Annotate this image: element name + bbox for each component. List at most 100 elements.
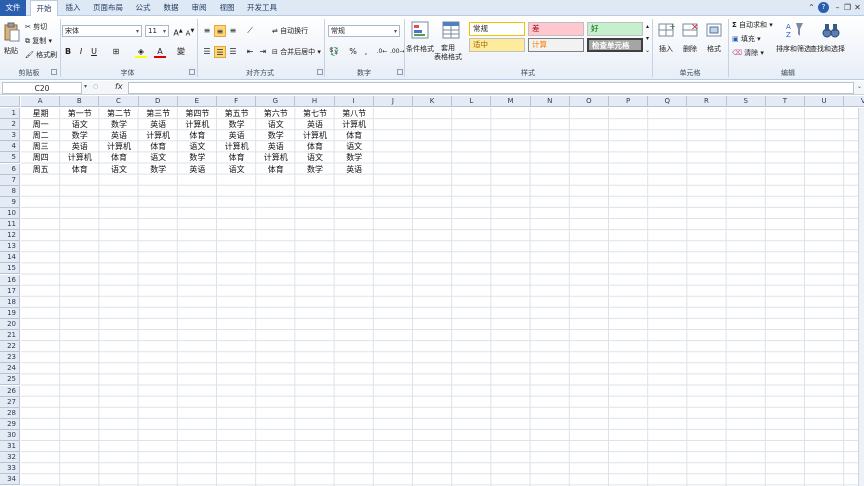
- format-as-table-button[interactable]: 套用 表格格式: [434, 19, 466, 63]
- column-header-K[interactable]: K: [413, 96, 453, 107]
- cell-G3[interactable]: 数学: [256, 130, 295, 141]
- column-header-B[interactable]: B: [60, 96, 100, 107]
- cell-I6[interactable]: 英语: [335, 164, 374, 175]
- font-name-select[interactable]: 宋体 ▾: [62, 25, 142, 37]
- row-header-1[interactable]: 1: [0, 108, 20, 120]
- border-button[interactable]: ⊞: [110, 46, 122, 58]
- column-header-E[interactable]: E: [177, 96, 217, 107]
- row-header-23[interactable]: 23: [0, 352, 20, 364]
- cell-F1[interactable]: 第五节: [217, 108, 256, 119]
- column-header-J[interactable]: J: [373, 96, 413, 107]
- cell-E4[interactable]: 语文: [178, 141, 217, 152]
- cell-H6[interactable]: 数学: [295, 164, 334, 175]
- find-select-button[interactable]: 查找和选择: [810, 19, 848, 63]
- row-header-17[interactable]: 17: [0, 285, 20, 297]
- column-header-V[interactable]: V: [844, 96, 864, 107]
- row-header-4[interactable]: 4: [0, 141, 20, 153]
- cell-F4[interactable]: 计算机: [217, 141, 256, 152]
- styles-scroll-up-icon[interactable]: ▴: [644, 21, 651, 32]
- cell-D1[interactable]: 第三节: [139, 108, 178, 119]
- column-header-Q[interactable]: Q: [648, 96, 688, 107]
- cell-D6[interactable]: 数学: [139, 164, 178, 175]
- column-header-D[interactable]: D: [138, 96, 178, 107]
- column-header-M[interactable]: M: [491, 96, 531, 107]
- number-format-select[interactable]: 常规 ▾: [328, 25, 400, 37]
- help-icon[interactable]: ?: [818, 2, 829, 13]
- cell-D4[interactable]: 体育: [139, 141, 178, 152]
- conditional-format-button[interactable]: 条件格式: [406, 19, 434, 63]
- tab-data[interactable]: 数据: [158, 0, 184, 16]
- column-header-A[interactable]: A: [21, 96, 61, 107]
- cell-A1[interactable]: 星期: [21, 108, 60, 119]
- cell-B4[interactable]: 英语: [60, 141, 99, 152]
- expand-formula-icon[interactable]: ⌄: [857, 83, 862, 90]
- row-header-25[interactable]: 25: [0, 374, 20, 386]
- cell-E1[interactable]: 第四节: [178, 108, 217, 119]
- cell-H5[interactable]: 语文: [295, 152, 334, 163]
- cell-F6[interactable]: 语文: [217, 164, 256, 175]
- number-launcher-icon[interactable]: [397, 69, 403, 75]
- merge-center-button[interactable]: ⊟ 合并后居中 ▾: [272, 47, 321, 57]
- cell-C5[interactable]: 体育: [99, 152, 138, 163]
- comma-button[interactable]: ,: [360, 46, 372, 58]
- column-header-O[interactable]: O: [569, 96, 609, 107]
- column-header-N[interactable]: N: [530, 96, 570, 107]
- row-header-2[interactable]: 2: [0, 119, 20, 131]
- formula-input[interactable]: [128, 82, 854, 94]
- row-header-13[interactable]: 13: [0, 241, 20, 253]
- cell-A3[interactable]: 周二: [21, 130, 60, 141]
- cell-A5[interactable]: 周四: [21, 152, 60, 163]
- row-header-10[interactable]: 10: [0, 207, 20, 219]
- styles-scroll-down-icon[interactable]: ▾: [644, 33, 651, 44]
- styles-more-icon[interactable]: ⌄: [644, 45, 651, 56]
- tab-home[interactable]: 开始: [30, 0, 58, 17]
- row-header-15[interactable]: 15: [0, 263, 20, 275]
- fx-icon[interactable]: fx: [115, 82, 123, 91]
- row-header-24[interactable]: 24: [0, 363, 20, 375]
- cell-A4[interactable]: 周三: [21, 141, 60, 152]
- formula-cancel-icon[interactable]: ○: [93, 83, 98, 90]
- column-header-F[interactable]: F: [217, 96, 257, 107]
- cell-C4[interactable]: 计算机: [99, 141, 138, 152]
- style-bad[interactable]: 差: [528, 22, 584, 36]
- decrease-indent-button[interactable]: ⇤: [244, 46, 256, 58]
- copy-button[interactable]: ⧉ 复制 ▾: [25, 36, 52, 46]
- cell-G4[interactable]: 英语: [256, 141, 295, 152]
- font-color-button[interactable]: A: [154, 46, 166, 58]
- format-cells-button[interactable]: 格式: [704, 19, 726, 63]
- fill-color-button[interactable]: ◈: [135, 46, 147, 58]
- phonetic-button[interactable]: 變: [175, 46, 187, 58]
- cell-F2[interactable]: 数学: [217, 119, 256, 130]
- clear-button[interactable]: ⌫ 清除 ▾: [732, 48, 764, 58]
- sort-filter-button[interactable]: A Z 排序和筛选: [776, 19, 812, 63]
- column-header-I[interactable]: I: [334, 96, 374, 107]
- grow-font-button[interactable]: A▲: [172, 25, 184, 38]
- cell-B1[interactable]: 第一节: [60, 108, 99, 119]
- align-right-button[interactable]: ☰: [227, 46, 239, 58]
- cell-E2[interactable]: 计算机: [178, 119, 217, 130]
- row-header-30[interactable]: 30: [0, 429, 20, 441]
- align-top-button[interactable]: ≡: [201, 25, 213, 37]
- cell-E5[interactable]: 数学: [178, 152, 217, 163]
- cell-A2[interactable]: 周一: [21, 119, 60, 130]
- cell-I1[interactable]: 第八节: [335, 108, 374, 119]
- column-header-S[interactable]: S: [726, 96, 766, 107]
- paste-button[interactable]: 粘贴: [3, 19, 21, 63]
- italic-button[interactable]: I: [75, 46, 87, 58]
- cell-B2[interactable]: 语文: [60, 119, 99, 130]
- cell-E3[interactable]: 体育: [178, 130, 217, 141]
- cell-F3[interactable]: 英语: [217, 130, 256, 141]
- format-painter-button[interactable]: 🖌 格式刷: [25, 50, 57, 60]
- vertical-scrollbar[interactable]: [858, 108, 864, 486]
- cell-B5[interactable]: 计算机: [60, 152, 99, 163]
- column-header-T[interactable]: T: [765, 96, 805, 107]
- cell-H2[interactable]: 英语: [295, 119, 334, 130]
- alignment-launcher-icon[interactable]: [317, 69, 323, 75]
- cell-C1[interactable]: 第二节: [99, 108, 138, 119]
- column-header-H[interactable]: H: [295, 96, 335, 107]
- cell-H4[interactable]: 体育: [295, 141, 334, 152]
- increase-decimal-button[interactable]: .0←: [376, 46, 388, 58]
- row-header-28[interactable]: 28: [0, 407, 20, 419]
- clipboard-launcher-icon[interactable]: [51, 69, 57, 75]
- row-header-20[interactable]: 20: [0, 318, 20, 330]
